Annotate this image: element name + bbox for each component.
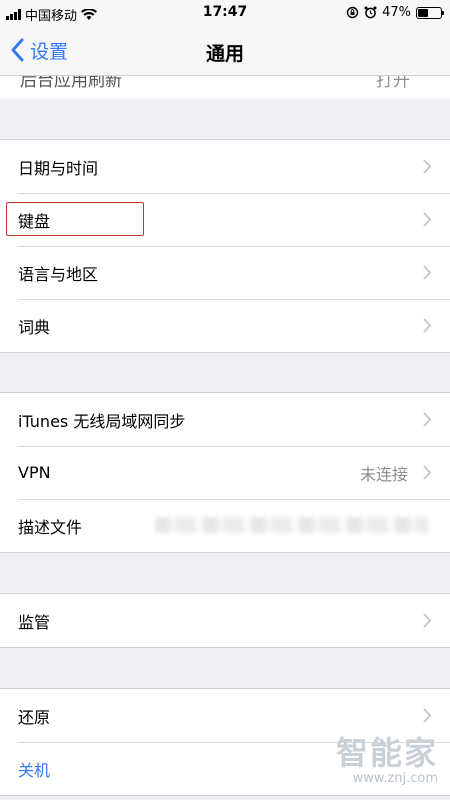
vpn-status: 未连接: [359, 464, 408, 484]
chevron-right-icon: [423, 212, 432, 227]
row-label: iTunes 无线局域网同步: [18, 411, 186, 431]
alarm-icon: [364, 6, 377, 19]
settings-group-3: 监管: [0, 593, 450, 648]
row-label: 还原: [18, 707, 51, 727]
battery-percent: 47%: [382, 5, 411, 20]
row-profiles[interactable]: 描述文件: [0, 499, 450, 552]
watermark-logo: 智能家: [335, 734, 438, 772]
chevron-right-icon: [423, 318, 432, 333]
row-label: 描述文件: [18, 517, 83, 537]
status-bar: 中国移动 17:47 47%: [0, 0, 450, 26]
battery-fill: [418, 8, 429, 17]
row-label: 监管: [18, 612, 51, 632]
row-vpn[interactable]: VPN 未连接: [0, 446, 450, 499]
nav-bar: 设置 通用: [0, 26, 450, 76]
watermark-url: www.znj.com: [352, 771, 438, 786]
chevron-right-icon: [423, 613, 432, 628]
row-label: VPN: [18, 463, 51, 482]
row-label: 关机: [18, 760, 51, 780]
partial-row[interactable]: 后台应用刷新 打开: [0, 76, 450, 98]
status-right: 47%: [346, 5, 444, 20]
row-label: 键盘: [18, 211, 51, 231]
row-label: 日期与时间: [18, 158, 99, 178]
settings-group-2: iTunes 无线局域网同步 VPN 未连接 描述文件: [0, 392, 450, 553]
row-label: 语言与地区: [18, 264, 99, 284]
blurred-profile-info: [155, 517, 428, 533]
chevron-right-icon: [423, 265, 432, 280]
chevron-right-icon: [423, 159, 432, 174]
chevron-right-icon: [423, 412, 432, 427]
partial-row-label: 后台应用刷新: [20, 76, 122, 91]
page-title: 通用: [205, 43, 244, 65]
row-itunes-wifi-sync[interactable]: iTunes 无线局域网同步: [0, 393, 450, 446]
watermark: 智能家 www.znj.com: [336, 735, 438, 786]
chevron-right-icon: [423, 708, 432, 723]
row-label: 词典: [18, 317, 51, 337]
settings-group-1: 日期与时间 键盘 语言与地区 词典: [0, 139, 450, 353]
partial-row-value: 打开: [376, 76, 410, 91]
row-keyboard[interactable]: 键盘: [0, 193, 450, 246]
chevron-right-icon: [423, 465, 432, 480]
row-supervision[interactable]: 监管: [0, 594, 450, 647]
row-dictionary[interactable]: 词典: [0, 299, 450, 352]
battery-icon: [416, 6, 444, 19]
row-date-time[interactable]: 日期与时间: [0, 140, 450, 193]
row-language-region[interactable]: 语言与地区: [0, 246, 450, 299]
orientation-lock-icon: [346, 6, 359, 19]
